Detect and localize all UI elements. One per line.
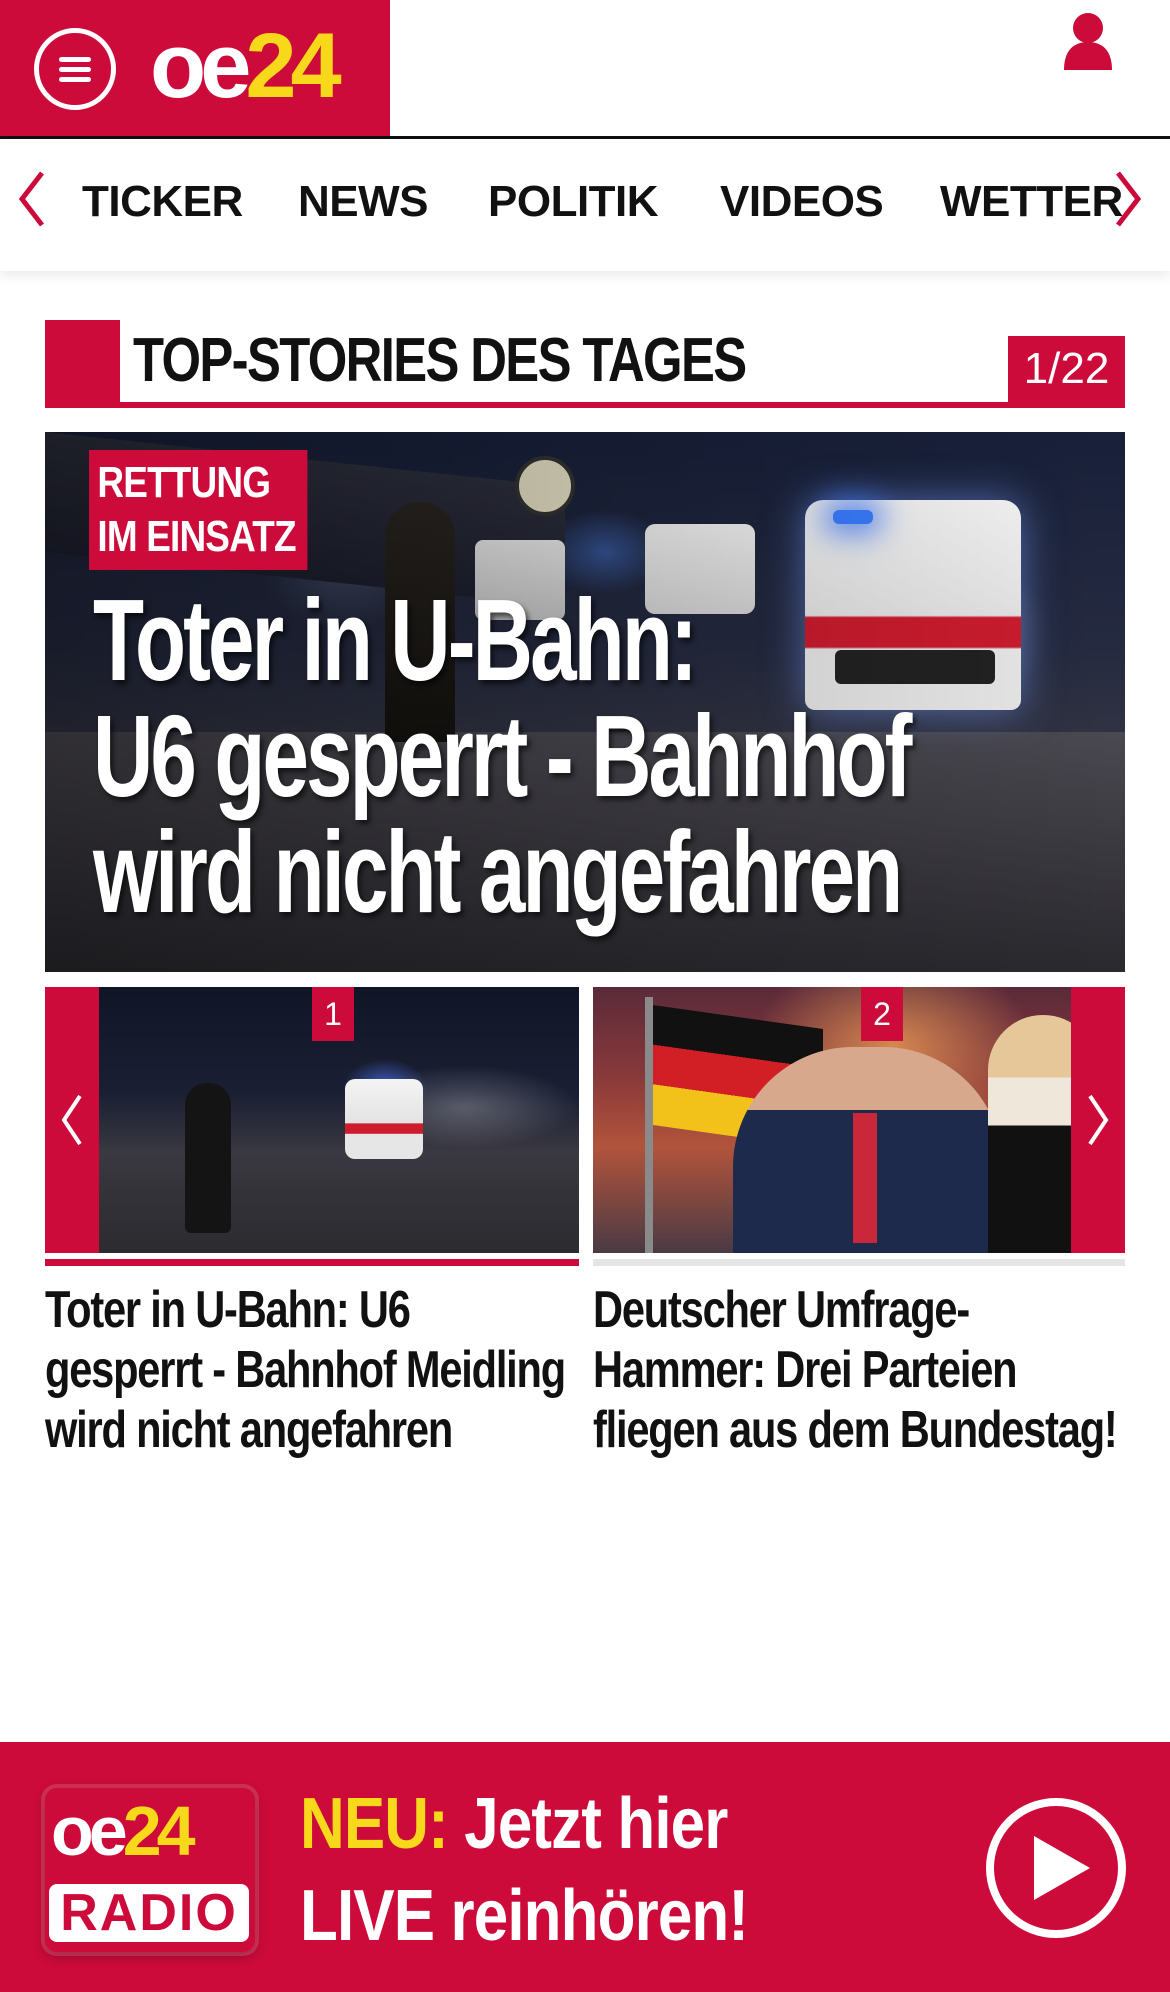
story-title-line: gesperrt - Bahnhof Meidling [45,1341,566,1399]
carousel-prev-button[interactable] [45,987,99,1253]
radio-logo-24: 24 [122,1792,196,1870]
nav-item-videos[interactable]: VIDEOS [720,177,884,227]
hero-tag-line2: IM EINSATZ [97,512,296,561]
category-nav: TICKER NEWS POLITIK VIDEOS WETTER [0,139,1170,271]
story-card-title-2[interactable]: Deutscher Umfrage- Hammer: Drei Parteien… [593,1280,1118,1460]
nav-item-politik[interactable]: POLITIK [488,177,659,227]
site-header: oe24 [0,0,1170,139]
radio-promo-line1: Jetzt hier [447,1784,728,1864]
story-title-line: Toter in U-Bahn: U6 [45,1281,411,1339]
radio-promo-line2: LIVE reinhören! [300,1876,749,1956]
site-logo[interactable]: oe24 [150,20,342,112]
hamburger-menu-icon[interactable] [34,28,116,110]
hero-headline: Toter in U-Bahn: U6 gesperrt - Bahnhof w… [93,582,957,930]
section-heading: TOP-STORIES DES TAGES [45,320,1125,408]
nav-item-wetter[interactable]: WETTER [940,177,1123,227]
story-title-line: wird nicht angefahren [45,1401,453,1459]
story-number-badge: 2 [861,987,903,1041]
nav-item-ticker[interactable]: TICKER [82,177,243,227]
radio-logo-label: RADIO [49,1884,249,1942]
story-card-title-1[interactable]: Toter in U-Bahn: U6 gesperrt - Bahnhof M… [45,1280,566,1460]
nav-item-news[interactable]: NEWS [298,177,429,227]
section-title: TOP-STORIES DES TAGES [133,326,747,395]
nav-next-chevron-icon[interactable] [1108,169,1148,229]
radio-banner[interactable]: oe24 RADIO NEU: Jetzt hier LIVE reinhöre… [0,1742,1170,1992]
hero-tag: RETTUNG IM EINSATZ [89,450,308,570]
inactive-card-indicator [593,1259,1125,1266]
hero-headline-line1: Toter in U-Bahn: [93,575,698,705]
radio-promo-text: NEU: Jetzt hier LIVE reinhören! [300,1778,749,1962]
carousel-next-button[interactable] [1071,987,1125,1253]
story-title-line: fliegen aus dem Bundestag! [593,1401,1118,1459]
active-card-indicator [45,1259,579,1266]
story-title-line: Hammer: Drei Parteien [593,1341,1018,1399]
user-icon[interactable] [1062,12,1114,72]
logo-oe: oe [150,15,251,117]
story-title-line: Deutscher Umfrage- [593,1281,970,1339]
story-carousel: 1 2 [45,987,1125,1266]
radio-logo-oe: oe [51,1792,128,1870]
play-button[interactable] [986,1798,1126,1938]
play-icon [1034,1836,1090,1900]
hero-tag-line1: RETTUNG [97,458,271,507]
hero-headline-line3: wird nicht angefahren [93,807,903,937]
nav-prev-chevron-icon[interactable] [12,169,52,229]
chevron-right-icon [1088,1094,1109,1146]
section-marker [45,320,120,408]
logo-24: 24 [245,15,341,117]
brand-block: oe24 [0,0,390,136]
story-number-badge: 1 [312,987,354,1041]
story-counter: 1/22 [1008,336,1125,402]
hero-story[interactable]: RETTUNG IM EINSATZ Toter in U-Bahn: U6 g… [45,432,1125,972]
chevron-left-icon [61,1094,82,1146]
radio-logo: oe24 RADIO [45,1788,255,1952]
hero-headline-line2: U6 gesperrt - Bahnhof [93,691,912,821]
radio-new-label: NEU: [300,1784,449,1864]
story-card-image-2[interactable] [593,987,1125,1253]
